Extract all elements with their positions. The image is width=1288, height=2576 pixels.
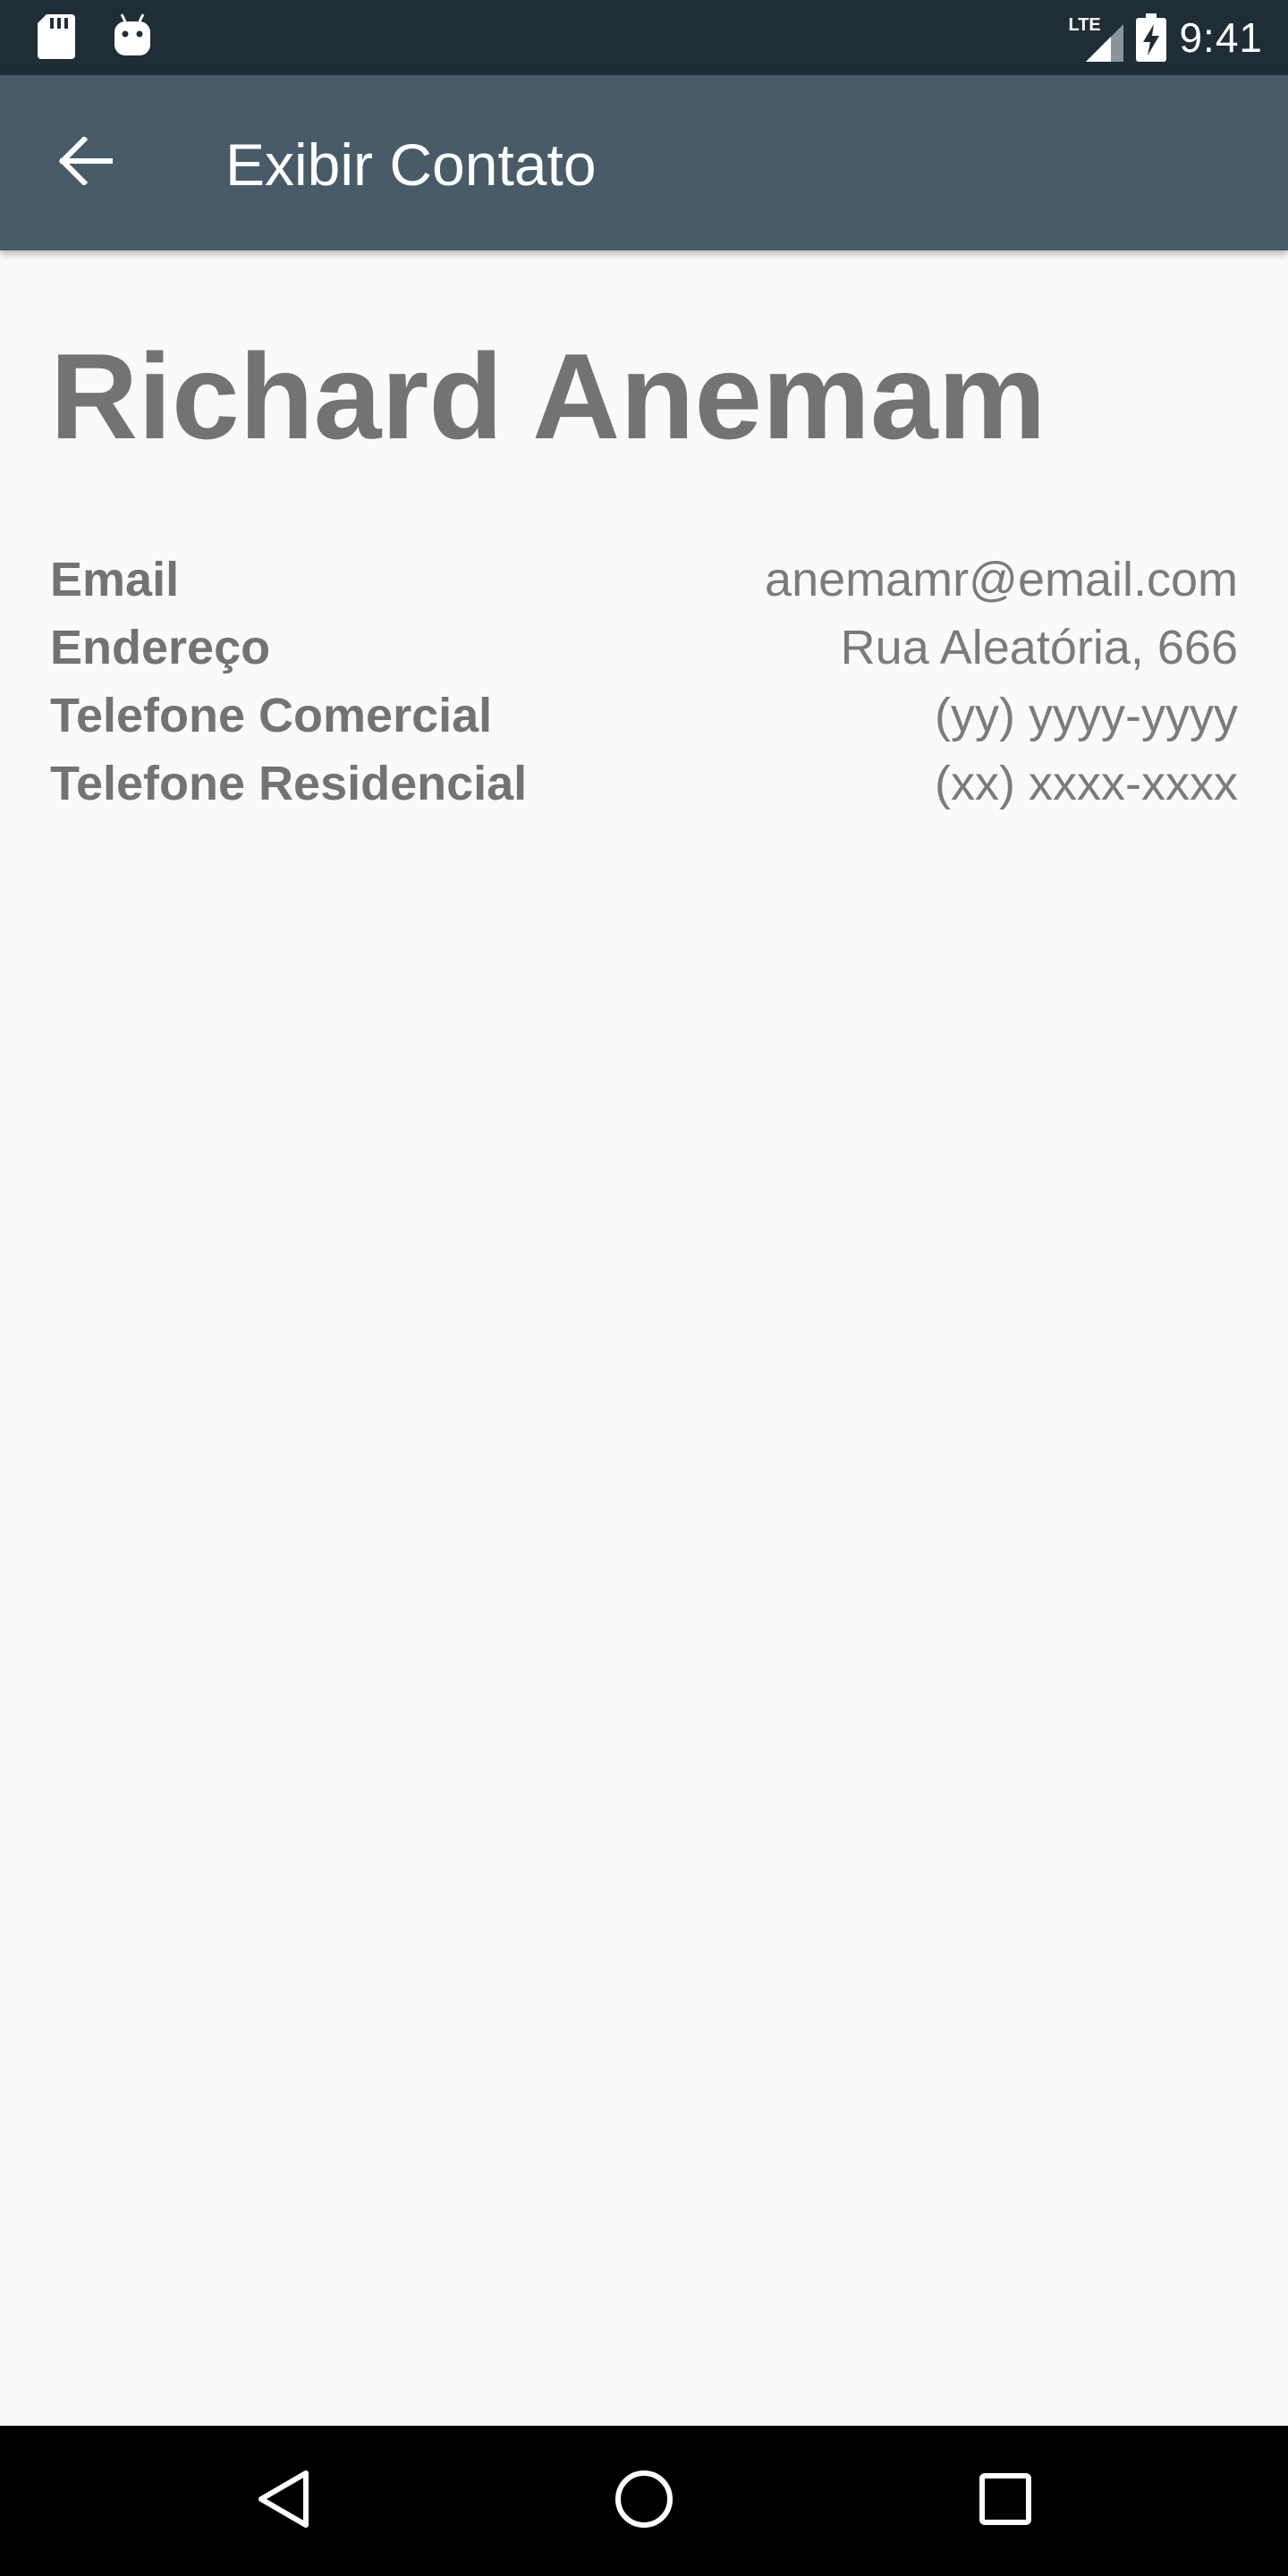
page-title: Exibir Contato	[225, 131, 597, 198]
nav-home-button[interactable]	[605, 2462, 683, 2540]
field-row-email: Email anemamr@email.com	[50, 546, 1238, 614]
field-label: Email	[50, 553, 180, 606]
status-icons: LTE 9:41	[1068, 0, 1263, 75]
battery-charging-icon	[1136, 13, 1167, 62]
navigation-bar	[0, 2426, 1288, 2576]
field-row-home-phone: Telefone Residencial (xx) xxxx-xxxx	[50, 750, 1238, 818]
field-row-address: Endereço Rua Aleatória, 666	[50, 614, 1238, 682]
nav-recents-button[interactable]	[966, 2462, 1045, 2540]
field-label: Endereço	[50, 621, 271, 674]
nav-home-icon	[613, 2468, 675, 2535]
field-value: anemamr@email.com	[765, 553, 1238, 606]
nav-recents-icon	[978, 2471, 1033, 2531]
status-bar: LTE 9:41	[0, 0, 1288, 75]
status-time: 9:41	[1179, 14, 1263, 61]
field-label: Telefone Comercial	[50, 689, 493, 742]
field-value: (xx) xxxx-xxxx	[935, 757, 1238, 810]
contact-name: Richard Anemam	[50, 328, 1046, 464]
back-button[interactable]	[43, 120, 129, 206]
app-bar: Exibir Contato	[0, 75, 1288, 250]
lte-signal-icon: LTE	[1068, 13, 1124, 62]
field-label: Telefone Residencial	[50, 757, 528, 810]
field-row-work-phone: Telefone Comercial (yy) yyyy-yyyy	[50, 682, 1238, 750]
field-value: (yy) yyyy-yyyy	[935, 689, 1238, 742]
sd-card-icon	[38, 14, 75, 64]
android-debug-icon	[111, 13, 154, 64]
arrow-back-icon	[58, 135, 114, 190]
contact-fields-list: Email anemamr@email.com Endereço Rua Ale…	[50, 546, 1238, 818]
field-value: Rua Aleatória, 666	[840, 621, 1238, 674]
network-type-label: LTE	[1068, 15, 1101, 35]
nav-back-icon	[254, 2468, 311, 2535]
nav-back-button[interactable]	[243, 2462, 322, 2540]
